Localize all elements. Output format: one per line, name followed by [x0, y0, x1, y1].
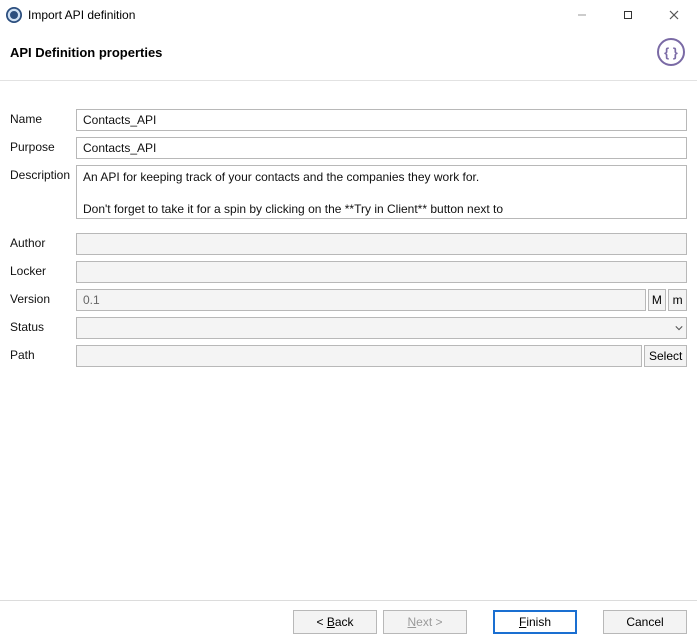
- path-input: [76, 345, 642, 367]
- name-label: Name: [10, 109, 76, 126]
- purpose-input[interactable]: [76, 137, 687, 159]
- wizard-footer: < Back Next > Finish Cancel: [0, 601, 697, 643]
- description-label: Description: [10, 165, 76, 182]
- status-combo[interactable]: [76, 317, 687, 339]
- version-minor-button[interactable]: m: [668, 289, 687, 311]
- close-button[interactable]: [651, 0, 697, 30]
- wizard-header: API Definition properties { }: [0, 30, 697, 81]
- path-select-button[interactable]: Select: [644, 345, 687, 367]
- path-label: Path: [10, 345, 76, 362]
- braces-icon: { }: [657, 38, 685, 66]
- locker-input: [76, 261, 687, 283]
- purpose-label: Purpose: [10, 137, 76, 154]
- author-input: [76, 233, 687, 255]
- form-area: Name Purpose Description An API for keep…: [0, 81, 697, 383]
- back-button[interactable]: < Back: [293, 610, 377, 634]
- titlebar: Import API definition: [0, 0, 697, 30]
- finish-button[interactable]: Finish: [493, 610, 577, 634]
- version-label: Version: [10, 289, 76, 306]
- locker-label: Locker: [10, 261, 76, 278]
- author-label: Author: [10, 233, 76, 250]
- app-icon: [6, 7, 22, 23]
- page-title: API Definition properties: [10, 45, 657, 60]
- maximize-button[interactable]: [605, 0, 651, 30]
- status-input[interactable]: [76, 317, 687, 339]
- status-label: Status: [10, 317, 76, 334]
- version-major-button[interactable]: M: [648, 289, 667, 311]
- window-title: Import API definition: [28, 8, 135, 22]
- minimize-button[interactable]: [559, 0, 605, 30]
- name-input[interactable]: [76, 109, 687, 131]
- next-button: Next >: [383, 610, 467, 634]
- cancel-button[interactable]: Cancel: [603, 610, 687, 634]
- description-textarea[interactable]: An API for keeping track of your contact…: [76, 165, 687, 219]
- version-input: [76, 289, 646, 311]
